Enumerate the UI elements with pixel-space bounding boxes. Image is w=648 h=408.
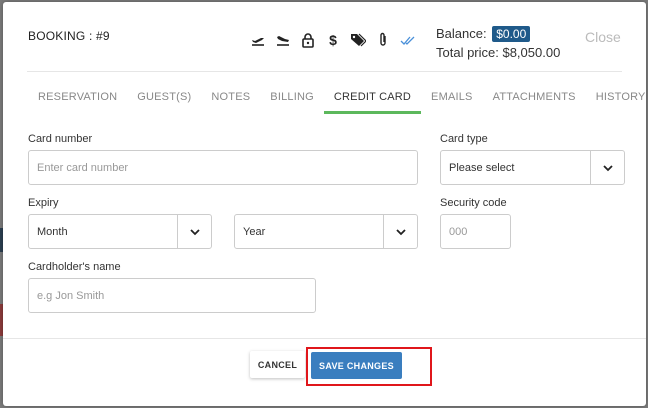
year-value: Year bbox=[243, 225, 266, 238]
month-value: Month bbox=[37, 225, 68, 238]
tab-emails[interactable]: EMAILS bbox=[421, 86, 483, 114]
tags-icon[interactable] bbox=[348, 31, 368, 49]
security-code-input[interactable]: 000 bbox=[440, 214, 511, 249]
lock-icon[interactable] bbox=[298, 31, 318, 49]
header-divider bbox=[27, 71, 622, 72]
balance-row: Balance: $0.00 bbox=[436, 24, 560, 43]
cardholder-input[interactable]: e.g Jon Smith bbox=[28, 278, 316, 313]
card-type-value: Please select bbox=[449, 161, 515, 174]
cancel-button[interactable]: CANCEL bbox=[250, 351, 305, 378]
card-number-input[interactable]: Enter card number bbox=[28, 150, 418, 185]
close-button[interactable]: Close bbox=[585, 29, 621, 45]
booking-modal: BOOKING : #9 $ Balance: $0.00 Total pric… bbox=[3, 2, 646, 406]
tab-attachments[interactable]: ATTACHMENTS bbox=[483, 86, 586, 114]
header-icon-bar: $ bbox=[248, 31, 423, 49]
modal-header: BOOKING : #9 $ Balance: $0.00 Total pric… bbox=[3, 2, 646, 72]
card-number-label: Card number bbox=[28, 133, 93, 145]
balance-block: Balance: $0.00 Total price: $8,050.00 bbox=[436, 24, 560, 62]
expiry-month-select[interactable]: Month bbox=[28, 214, 212, 249]
security-code-label: Security code bbox=[440, 197, 507, 209]
tab-billing[interactable]: BILLING bbox=[260, 86, 324, 114]
card-type-label: Card type bbox=[440, 133, 488, 145]
dollar-icon[interactable]: $ bbox=[323, 31, 343, 49]
tab-history[interactable]: HISTORY bbox=[586, 86, 648, 114]
expiry-year-select[interactable]: Year bbox=[234, 214, 418, 249]
expiry-label: Expiry bbox=[28, 197, 59, 209]
tab-bar: RESERVATION GUEST(S) NOTES BILLING CREDI… bbox=[28, 86, 648, 114]
balance-label: Balance: bbox=[436, 26, 487, 41]
balance-badge: $0.00 bbox=[492, 26, 531, 42]
cardholder-label: Cardholder's name bbox=[28, 261, 121, 273]
footer-divider bbox=[3, 338, 646, 339]
double-check-icon[interactable] bbox=[398, 31, 418, 49]
chevron-down-icon bbox=[177, 215, 211, 248]
chevron-down-icon bbox=[383, 215, 417, 248]
card-type-select[interactable]: Please select bbox=[440, 150, 625, 185]
total-price: Total price: $8,050.00 bbox=[436, 45, 561, 60]
plane-departure-icon[interactable] bbox=[248, 31, 268, 49]
tab-credit-card[interactable]: CREDIT CARD bbox=[323, 86, 422, 114]
chevron-down-icon bbox=[590, 151, 624, 184]
booking-title: BOOKING : #9 bbox=[28, 29, 110, 43]
tab-notes[interactable]: NOTES bbox=[201, 86, 260, 114]
highlight-box bbox=[306, 347, 432, 386]
paperclip-icon[interactable] bbox=[373, 31, 393, 49]
tab-guests[interactable]: GUEST(S) bbox=[127, 86, 201, 114]
tab-reservation[interactable]: RESERVATION bbox=[28, 86, 127, 114]
plane-arrival-icon[interactable] bbox=[273, 31, 293, 49]
